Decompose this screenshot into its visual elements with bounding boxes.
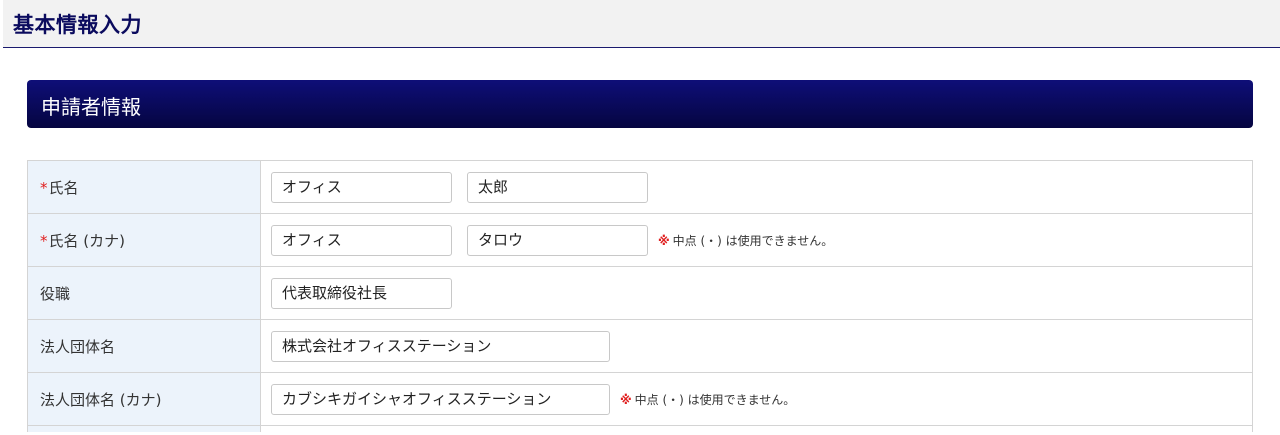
section-title: 申請者情報 xyxy=(41,95,141,119)
form-row-organization-kana: 法人団体名 (カナ) カブシキガイシャオフィスステーション ※ 中点 (・) は使… xyxy=(27,372,1253,426)
field-cell xyxy=(260,425,1253,432)
first-name-kana-input[interactable]: タロウ xyxy=(467,224,648,256)
field-label: 役職 xyxy=(27,266,261,320)
field-label: 法人団体名 xyxy=(27,319,261,373)
label-text: 氏名 xyxy=(48,178,79,197)
form-row-name-kana: *氏名 (カナ) オフィス タロウ ※ 中点 (・) は使用できません。 xyxy=(27,213,1253,267)
form-row-name: *氏名 オフィス 太郎 xyxy=(27,160,1253,214)
position-input[interactable]: 代表取締役社長 xyxy=(271,277,452,309)
field-label: *氏名 (カナ) xyxy=(27,213,261,267)
note-text: 中点 (・) は使用できません。 xyxy=(634,392,796,407)
first-name-input[interactable]: 太郎 xyxy=(467,171,648,203)
field-cell: オフィス 太郎 xyxy=(260,160,1253,214)
field-cell: 代表取締役社長 xyxy=(260,266,1253,320)
kana-note: ※ 中点 (・) は使用できません。 xyxy=(620,391,795,408)
last-name-kana-input[interactable]: オフィス xyxy=(271,224,452,256)
required-mark: * xyxy=(40,178,48,197)
field-label xyxy=(27,425,261,432)
note-text: 中点 (・) は使用できません。 xyxy=(672,233,834,248)
field-cell: 株式会社オフィスステーション xyxy=(260,319,1253,373)
field-cell: オフィス タロウ ※ 中点 (・) は使用できません。 xyxy=(260,213,1253,267)
last-name-input[interactable]: オフィス xyxy=(271,171,452,203)
section-header: 申請者情報 xyxy=(27,80,1253,128)
kana-note: ※ 中点 (・) は使用できません。 xyxy=(658,232,833,249)
applicant-form-table: *氏名 オフィス 太郎 *氏名 (カナ) オフィス タロウ ※ 中点 (・) は使… xyxy=(27,160,1253,432)
page-header: 基本情報入力 xyxy=(3,0,1280,48)
form-row-partial xyxy=(27,425,1253,432)
field-cell: カブシキガイシャオフィスステーション ※ 中点 (・) は使用できません。 xyxy=(260,372,1253,426)
note-mark: ※ xyxy=(620,392,632,407)
note-mark: ※ xyxy=(658,233,670,248)
required-mark: * xyxy=(40,231,48,250)
form-row-organization: 法人団体名 株式会社オフィスステーション xyxy=(27,319,1253,373)
field-label: 法人団体名 (カナ) xyxy=(27,372,261,426)
field-label: *氏名 xyxy=(27,160,261,214)
organization-name-input[interactable]: 株式会社オフィスステーション xyxy=(271,330,610,362)
organization-name-kana-input[interactable]: カブシキガイシャオフィスステーション xyxy=(271,383,610,415)
form-row-position: 役職 代表取締役社長 xyxy=(27,266,1253,320)
page-title: 基本情報入力 xyxy=(13,13,142,37)
label-text: 氏名 (カナ) xyxy=(48,231,125,250)
